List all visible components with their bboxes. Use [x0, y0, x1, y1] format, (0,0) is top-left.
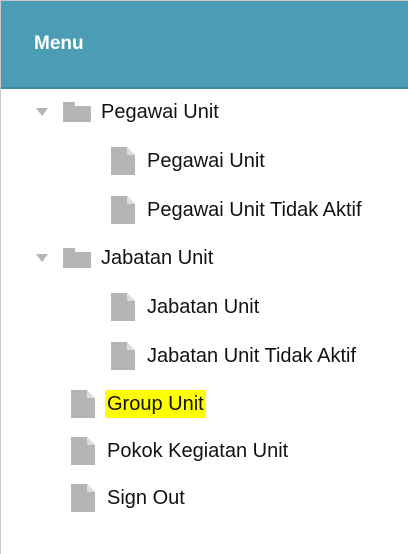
- tree-item-sign-out[interactable]: Sign Out: [71, 481, 187, 515]
- tree-folder-jabatan-unit[interactable]: Jabatan Unit: [35, 241, 215, 275]
- tree-item-label: Pokok Kegiatan Unit: [107, 440, 289, 462]
- tree-item-label: Sign Out: [107, 487, 185, 509]
- triangle-down-icon[interactable]: [35, 251, 49, 265]
- tree-item-jabatan-unit[interactable]: Jabatan Unit: [111, 290, 261, 324]
- document-icon: [111, 342, 135, 370]
- folder-icon: [63, 102, 91, 122]
- document-icon: [111, 196, 135, 224]
- menu-title: Menu: [34, 33, 84, 54]
- tree-item-pokok-kegiatan-unit[interactable]: Pokok Kegiatan Unit: [71, 434, 290, 468]
- menu-header: Menu: [1, 1, 408, 89]
- folder-icon: [63, 248, 91, 268]
- tree-item-label: Jabatan Unit: [147, 296, 260, 318]
- tree-item-label: Pegawai Unit Tidak Aktif: [147, 199, 362, 221]
- tree-item-pegawai-unit-tidak-aktif[interactable]: Pegawai Unit Tidak Aktif: [111, 193, 364, 227]
- menu-tree: Pegawai Unit Pegawai Unit Pegawai Unit T…: [1, 89, 408, 554]
- tree-folder-pegawai-unit[interactable]: Pegawai Unit: [35, 95, 221, 129]
- menu-panel: Menu Pegawai Unit Pegawai Unit Pegawai U…: [0, 0, 408, 554]
- tree-item-group-unit[interactable]: Group Unit: [71, 387, 206, 421]
- triangle-down-icon[interactable]: [35, 105, 49, 119]
- tree-item-label-highlighted: Group Unit: [105, 390, 206, 418]
- tree-item-jabatan-unit-tidak-aktif[interactable]: Jabatan Unit Tidak Aktif: [111, 339, 358, 373]
- document-icon: [111, 293, 135, 321]
- tree-item-label: Jabatan Unit Tidak Aktif: [147, 345, 357, 367]
- document-icon: [71, 437, 95, 465]
- tree-item-label: Pegawai Unit: [147, 150, 265, 172]
- document-icon: [71, 390, 95, 418]
- tree-item-pegawai-unit[interactable]: Pegawai Unit: [111, 144, 267, 178]
- tree-folder-label: Pegawai Unit: [101, 101, 219, 123]
- document-icon: [71, 484, 95, 512]
- document-icon: [111, 147, 135, 175]
- tree-folder-label: Jabatan Unit: [101, 247, 214, 269]
